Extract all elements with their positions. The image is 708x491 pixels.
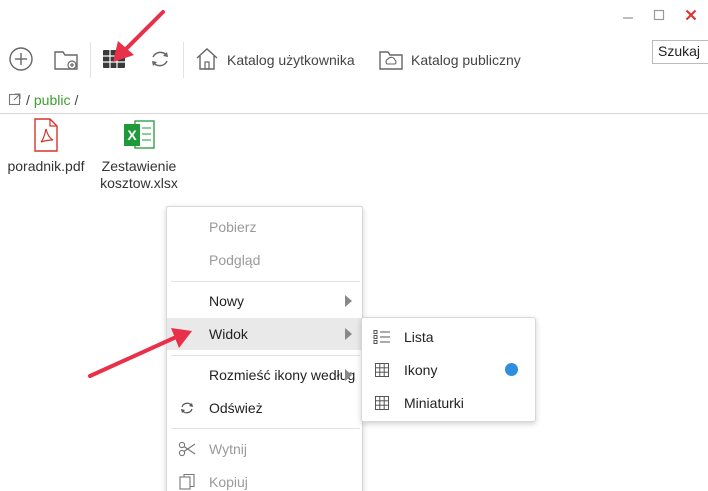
menu-item-arrange-icons[interactable]: Rozmieść ikony według	[167, 359, 362, 391]
toolbar-separator	[90, 42, 91, 78]
context-menu: Pobierz Podgląd Nowy Widok Rozmieść ikon…	[166, 206, 363, 491]
plus-circle-icon[interactable]	[6, 44, 36, 74]
toolbar-separator	[183, 42, 184, 78]
chevron-right-icon	[345, 369, 352, 381]
file-name-line2: kosztow.xlsx	[100, 175, 178, 191]
cloud-folder-icon[interactable]	[376, 44, 406, 74]
breadcrumb-folder-public[interactable]: public	[34, 92, 71, 108]
file-item-pdf[interactable]: poradnik.pdf	[4, 118, 88, 175]
search-input[interactable]: Szukaj	[652, 40, 708, 64]
minimize-icon[interactable]	[617, 4, 639, 26]
maximize-icon[interactable]	[648, 4, 670, 26]
title-bar	[0, 0, 708, 30]
submenu-item-label: Lista	[404, 328, 434, 345]
close-icon[interactable]	[680, 4, 702, 26]
menu-item-preview[interactable]: Podgląd	[167, 244, 362, 276]
grid-icon	[372, 393, 392, 413]
menu-item-label: Rozmieść ikony według	[209, 367, 356, 383]
list-icon	[372, 327, 392, 347]
menu-item-label: Widok	[209, 326, 248, 342]
refresh-icon	[177, 398, 197, 418]
chevron-right-icon	[345, 328, 352, 340]
file-item-xlsx[interactable]: X Zestawienie kosztow.xlsx	[94, 118, 184, 192]
file-name-line1: Zestawienie	[101, 158, 177, 174]
folder-plus-icon[interactable]	[51, 44, 81, 74]
submenu-item-label: Ikony	[404, 361, 438, 378]
menu-item-copy[interactable]: Kopiuj	[167, 466, 362, 491]
submenu-item-label: Miniaturki	[404, 394, 464, 411]
submenu-item-icons[interactable]: Ikony	[362, 353, 535, 386]
selected-indicator	[505, 363, 518, 376]
external-link-icon[interactable]	[8, 92, 22, 109]
toolbar: Katalog użytkownika Katalog publiczny	[0, 34, 708, 86]
menu-item-label: Nowy	[209, 293, 245, 309]
file-name: poradnik.pdf	[7, 158, 85, 174]
menu-item-view[interactable]: Widok	[167, 318, 362, 350]
pdf-icon	[4, 118, 88, 156]
breadcrumb-separator: /	[26, 92, 30, 108]
submenu-item-list[interactable]: Lista	[362, 320, 535, 353]
menu-item-refresh[interactable]: Odśwież	[167, 392, 362, 424]
scissors-icon	[177, 439, 197, 459]
breadcrumb-separator: /	[74, 92, 79, 108]
menu-separator	[171, 428, 360, 429]
menu-separator	[171, 355, 360, 356]
view-submenu: Lista Ikony Miniaturki	[361, 317, 536, 422]
copy-icon	[177, 472, 197, 491]
menu-item-download[interactable]: Pobierz	[167, 211, 362, 243]
user-catalog-label[interactable]: Katalog użytkownika	[227, 52, 355, 68]
menu-item-label: Kopiuj	[209, 474, 248, 490]
grid-view-icon[interactable]	[99, 44, 129, 74]
xlsx-icon: X	[94, 118, 184, 156]
grid-icon	[372, 360, 392, 380]
menu-item-label: Wytnij	[209, 441, 247, 457]
menu-item-new[interactable]: Nowy	[167, 285, 362, 317]
chevron-right-icon	[345, 295, 352, 307]
menu-item-label: Odśwież	[209, 400, 263, 416]
refresh-icon[interactable]	[145, 44, 175, 74]
public-catalog-label[interactable]: Katalog publiczny	[411, 52, 521, 68]
svg-text:X: X	[127, 127, 137, 143]
home-folder-icon[interactable]	[192, 44, 222, 74]
menu-item-cut[interactable]: Wytnij	[167, 433, 362, 465]
menu-separator	[171, 281, 360, 282]
divider	[0, 113, 708, 114]
menu-item-label: Pobierz	[209, 219, 257, 235]
menu-item-label: Podgląd	[209, 252, 261, 268]
submenu-item-thumbnails[interactable]: Miniaturki	[362, 386, 535, 419]
breadcrumb: / public /	[8, 90, 78, 110]
